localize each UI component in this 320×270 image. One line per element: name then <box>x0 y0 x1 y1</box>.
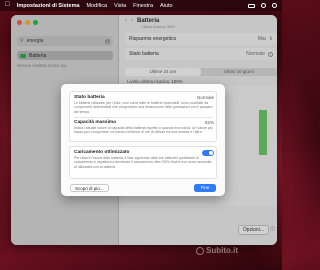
divider <box>74 117 212 118</box>
battery-status-icon[interactable] <box>248 3 255 8</box>
battery-state-value: Normale <box>196 95 214 100</box>
optimized-charging-toggle[interactable] <box>202 150 214 156</box>
done-button[interactable]: Fine <box>194 184 216 192</box>
optimized-charging-title: Caricamento ottimizzato <box>74 150 130 155</box>
max-capacity-option: Capacità massima 82% Indica l'attuale va… <box>74 120 214 135</box>
menu-app-name[interactable]: Impostazioni di Sistema <box>17 3 80 9</box>
menu-item-modifica[interactable]: Modifica <box>87 3 107 9</box>
battery-state-option: Stato batteria Normale Le batterie utili… <box>74 95 214 114</box>
menu-item-finestra[interactable]: Finestra <box>133 3 153 9</box>
max-capacity-description: Indica l'attuale valore di capacità dell… <box>74 126 213 135</box>
learn-more-button[interactable]: Scopri di più... <box>70 184 109 192</box>
health-card: Stato batteria Normale Le batterie utili… <box>69 91 217 142</box>
apple-logo-icon[interactable]:  <box>5 2 10 9</box>
battery-state-description: Le batterie utilizzate per i Mac, così c… <box>74 101 213 114</box>
max-capacity-value: 82% <box>204 120 214 125</box>
wifi-status-icon[interactable] <box>261 3 266 8</box>
menu-bar:  Impostazioni di Sistema Modifica Vista… <box>0 0 282 11</box>
menubar-status-area <box>248 3 277 8</box>
watermark: Subito.it <box>196 246 238 255</box>
charging-card: Caricamento ottimizzato Per ridurre l'us… <box>69 146 217 179</box>
battery-state-title: Stato batteria <box>74 95 105 100</box>
control-center-icon[interactable] <box>272 3 277 8</box>
menu-item-aiuto[interactable]: Aiuto <box>160 3 173 9</box>
max-capacity-title: Capacità massima <box>74 120 116 125</box>
battery-health-sheet: Stato batteria Normale Le batterie utili… <box>61 84 225 196</box>
watermark-logo-icon <box>196 246 204 255</box>
optimized-charging-option: Caricamento ottimizzato Per ridurre l'us… <box>74 150 214 169</box>
optimized-charging-description: Per ridurre l'usura della batteria, il M… <box>74 156 212 169</box>
menu-item-vista[interactable]: Vista <box>114 3 126 9</box>
watermark-text: Subito.it <box>206 246 238 255</box>
